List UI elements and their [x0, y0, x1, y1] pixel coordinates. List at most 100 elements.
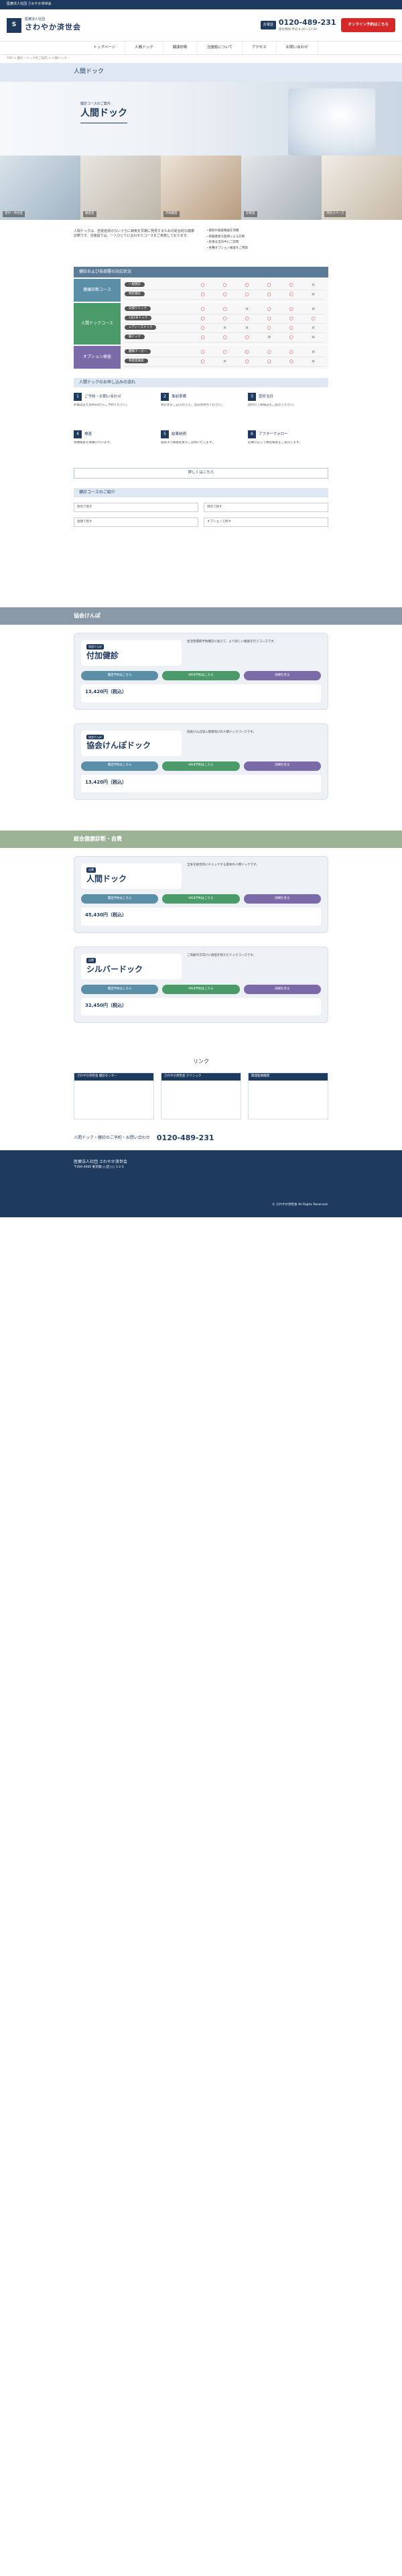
nav-item-top[interactable]: トップページ [84, 42, 126, 54]
kyokai-band: 協会けんぽ [0, 607, 402, 625]
circle-mark-icon: ○ [200, 349, 205, 355]
tel-reserve-button[interactable]: 電話予約はこちら [81, 984, 159, 994]
course-name: 人間ドック [86, 873, 127, 883]
circle-mark-icon: ○ [200, 359, 205, 365]
footer-cta-tel[interactable]: 0120-489-231 [157, 1133, 214, 1144]
global-nav: トップページ 人間ドック 健康診断 当施設について アクセス お問い合わせ [0, 42, 402, 55]
flow-step-number: 3 [248, 393, 256, 402]
circle-mark-icon: ○ [222, 306, 227, 312]
circle-mark-icon: ○ [267, 292, 271, 298]
flow-step-title: 検査 [84, 432, 92, 437]
site-footer: 医療法人社団 さわやか済世会 〒000-0000 東京都○○区○○ 1-2-3 … [0, 1150, 402, 1217]
tel-reserve-button[interactable]: 電話予約はこちら [81, 761, 159, 771]
footer-name: 医療法人社団 さわやか済世会 [74, 1159, 127, 1164]
course-filters: 性別で探す 目的で探す [74, 503, 328, 513]
online-reserve-button[interactable]: オンライン予約はこちら [341, 17, 395, 33]
flow-step-number: 6 [248, 430, 256, 439]
flow-more-button[interactable]: 詳しくはこちら [74, 468, 328, 479]
course-description: 全身を総合的にチェックする基本の人間ドックです。 [187, 863, 259, 867]
flow-step: 4 検査 各種検査を順番に行います。 [74, 430, 154, 461]
page-title-bar: 人間ドック [0, 63, 402, 82]
cross-mark-icon: × [267, 334, 271, 341]
availability-group-label: 健康診断コース [74, 279, 121, 302]
availability-row: 骨密度検査 ○ × ○ ○ ○ × [125, 357, 324, 367]
circle-mark-icon: ○ [311, 316, 316, 322]
circle-mark-icon: ○ [222, 334, 227, 341]
nav-item-access[interactable]: アクセス [243, 42, 277, 54]
web-reserve-button[interactable]: WEB予約はこちら [162, 894, 240, 904]
link-card[interactable]: さわやか済世会 クリニック [161, 1072, 241, 1120]
photo-strip: 受付・待合室 検査室 内視鏡室 診察室 待合スペース [0, 156, 402, 220]
link-card-title: さわやか済世会 健診センター [74, 1073, 153, 1081]
kyokai-band-title: 協会けんぽ [74, 613, 100, 619]
photo-caption: 待合スペース [324, 211, 346, 217]
web-reserve-button[interactable]: WEB予約はこちら [162, 761, 240, 771]
nav-item-about[interactable]: 当施設について [198, 42, 243, 54]
circle-mark-icon: ○ [245, 292, 249, 298]
circle-mark-icon: ○ [245, 349, 249, 355]
nav-item-contact[interactable]: お問い合わせ [277, 42, 318, 54]
course-card: 協会けんぽ 協会けんぽドック 協会けんぽ加入者様向けの人間ドックコースです。 電話予約… [74, 723, 328, 800]
availability-heading: 健診および各部署の対応状況 [74, 267, 328, 278]
links-grid: さわやか済世会 健診センター さわやか済世会 クリニック 関連医療機関 [0, 1066, 402, 1126]
course-price: 13,420円（税込） [85, 689, 127, 695]
filter-price[interactable]: 金額で探す [74, 517, 198, 528]
cross-mark-icon: × [311, 359, 316, 365]
photo-caption: 内視鏡室 [163, 211, 180, 217]
course-detail-button[interactable]: 詳細を見る [243, 984, 321, 994]
kyokai-courses: 協会けんぽ 付加健診 生活習慣病予防健診に加えて、より詳しい検査を行うコースです。電… [0, 625, 402, 821]
course-name: 協会けんぽドック [86, 741, 151, 751]
tel-reserve-button[interactable]: 電話予約はこちら [81, 894, 159, 904]
course-detail-button[interactable]: 詳細を見る [243, 671, 321, 681]
cross-mark-icon: × [311, 334, 316, 341]
circle-mark-icon: ○ [245, 334, 249, 341]
cross-mark-icon: × [245, 306, 249, 312]
site-header: S 医療法人社団 さわやか済世会 お電話 0120-489-231 受付時間 平… [0, 9, 402, 42]
row-label-pill: 一般健診 [125, 282, 145, 288]
nav-item-dock[interactable]: 人間ドック [125, 42, 163, 54]
cross-mark-icon: × [311, 282, 316, 288]
intro-point: ・最新の検査機器を完備 [206, 229, 239, 233]
filter-option[interactable]: オプションで探す [204, 517, 328, 528]
availability-group-label: オプション検査 [74, 346, 121, 369]
row-label-pill: 日帰りドック [125, 306, 151, 312]
availability-group-label: 人間ドックコース [74, 303, 121, 345]
tel-number: 0120-489-231 [278, 18, 336, 27]
tel-reserve-button[interactable]: 電話予約はこちら [81, 671, 159, 681]
flow-step-title: ご予約・お問い合わせ [84, 395, 122, 400]
footer-cta-lead: 人間ドック・健診のご予約・お問い合わせ [74, 1135, 150, 1140]
link-card-title: さわやか済世会 クリニック [161, 1073, 241, 1081]
web-reserve-button[interactable]: WEB予約はこちら [162, 984, 240, 994]
flow-step-title: 事前準備 [172, 395, 187, 400]
link-card[interactable]: さわやか済世会 健診センター [74, 1072, 154, 1120]
course-card: 協会けんぽ 付加健診 生活習慣病予防健診に加えて、より詳しい検査を行うコースです。電… [74, 633, 328, 710]
flow-step: 6 アフターフォロー 必要に応じて精密検査をご案内します。 [248, 430, 328, 461]
web-reserve-button[interactable]: WEB予約はこちら [162, 671, 240, 681]
circle-mark-icon: ○ [289, 316, 293, 322]
circle-mark-icon: ○ [289, 282, 293, 288]
circle-mark-icon: ○ [200, 325, 205, 331]
course-search-heading: 健診コースのご紹介 [74, 488, 328, 498]
availability-row: レディースドック ○ × × ○ ○ × [125, 324, 324, 334]
intro-paragraph: 人間ドックは、自覚症状のないうちに病気を早期に発見するための総合的な健康診断です… [74, 229, 195, 239]
nav-item-checkup[interactable]: 健康診断 [163, 42, 198, 54]
flow-step-number: 4 [74, 430, 82, 439]
filter-gender[interactable]: 性別で探す [74, 503, 198, 513]
row-label-pill: 腫瘍マーカー [125, 349, 151, 355]
flow-step: 3 受診当日 受付にて保険証をご提示ください。 [248, 393, 328, 424]
photo-waiting: 待合スペース [322, 156, 402, 220]
course-detail-button[interactable]: 詳細を見る [243, 894, 321, 904]
circle-mark-icon: ○ [267, 316, 271, 322]
tel-box[interactable]: お電話 0120-489-231 受付時間 平日 8:30〜17:00 [260, 17, 336, 32]
site-logo[interactable]: S 医療法人社団 さわやか済世会 [7, 17, 81, 33]
course-price: 32,450円（税込） [85, 1002, 127, 1008]
flow-step-number: 1 [74, 393, 82, 402]
photo-caption: 受付・待合室 [3, 211, 25, 217]
course-detail-button[interactable]: 詳細を見る [243, 761, 321, 771]
logo-mark-icon: S [7, 17, 21, 33]
course-name: 付加健診 [86, 650, 119, 660]
link-card[interactable]: 関連医療機関 [248, 1072, 328, 1120]
circle-mark-icon: ○ [289, 325, 293, 331]
filter-purpose[interactable]: 目的で探す [204, 503, 328, 513]
hero-sub: 健診コースのご案内 [80, 102, 111, 106]
